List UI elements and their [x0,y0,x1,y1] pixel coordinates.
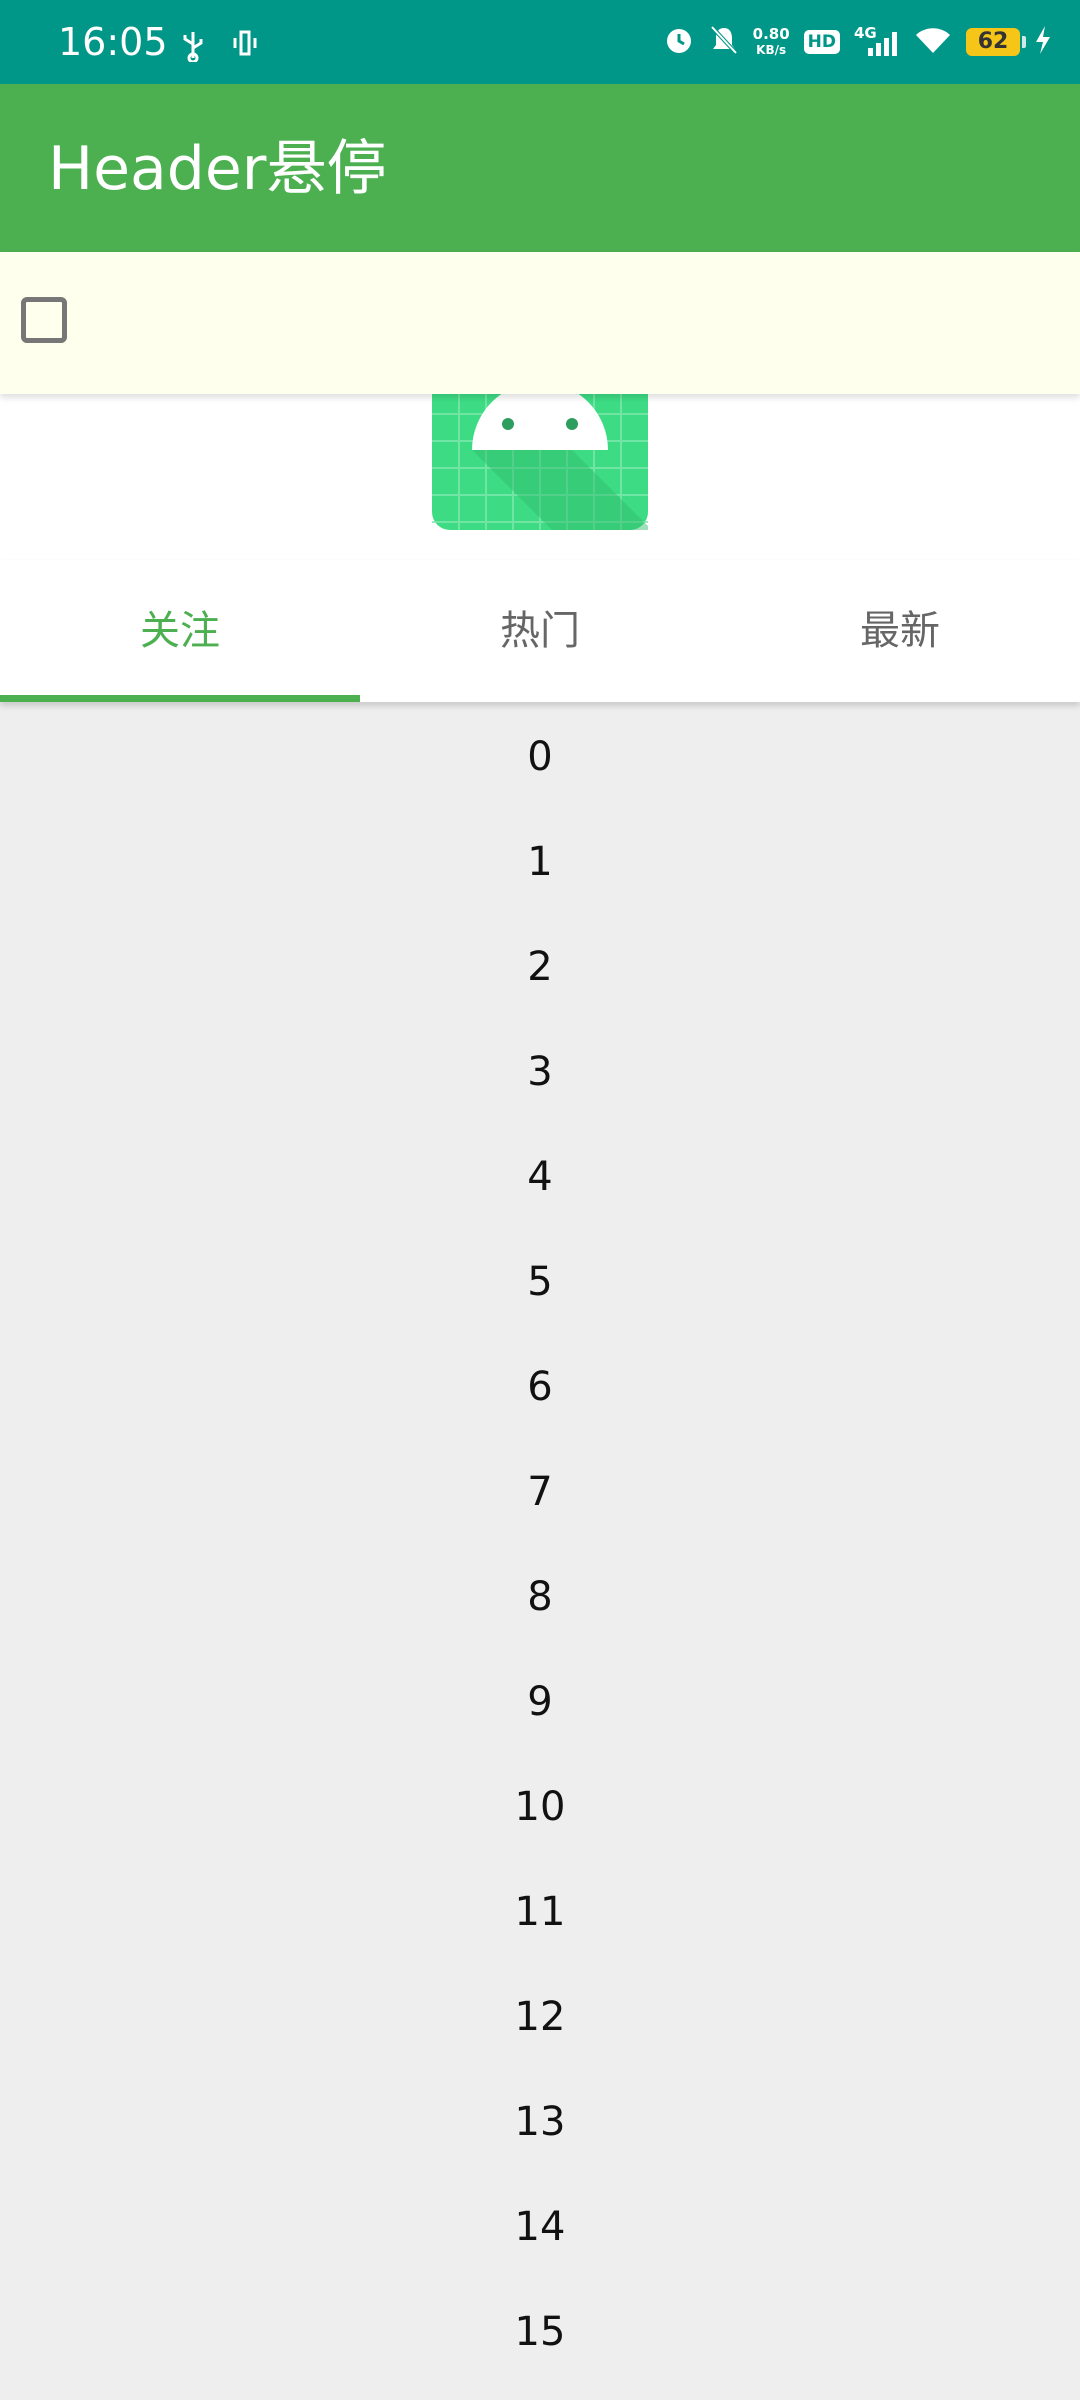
alarm-icon [663,24,695,60]
header-checkbox[interactable] [21,297,67,343]
tab-bar: 关注 热门 最新 [0,560,1080,702]
signal-icon: 4G [854,24,900,58]
list-item[interactable]: 11 [0,1857,1080,1962]
net-speed: 0.80 KB/s [752,25,790,57]
android-logo-icon [432,394,648,530]
app-bar: Header悬停 [0,84,1080,252]
item-list: 0 1 2 3 4 5 6 7 8 9 10 11 12 13 14 15 [0,702,1080,2382]
battery-indicator: 62 [966,28,1026,56]
header-banner [0,394,1080,560]
list-item[interactable]: 4 [0,1122,1080,1227]
notifications-off-icon [709,24,739,60]
list-item[interactable]: 12 [0,1962,1080,2067]
list-item[interactable]: 7 [0,1437,1080,1542]
list-item[interactable]: 0 [0,702,1080,807]
list-item[interactable]: 13 [0,2067,1080,2172]
wifi-icon [914,25,952,59]
status-bar: 16:05 0.80 KB/s HD 4G 62 [0,0,1080,84]
usb-icon [180,30,206,66]
tab-follow[interactable]: 关注 [0,560,360,702]
sticky-header-row [0,252,1080,394]
list-item[interactable]: 2 [0,912,1080,1017]
status-time: 16:05 [58,20,168,64]
charging-icon [1034,25,1052,59]
hd-badge: HD [803,30,840,54]
list-item[interactable]: 9 [0,1647,1080,1752]
list-item[interactable]: 1 [0,807,1080,912]
vibrate-icon [232,30,258,66]
list-item[interactable]: 5 [0,1227,1080,1332]
tab-latest[interactable]: 最新 [720,560,1080,702]
list-item[interactable]: 15 [0,2277,1080,2382]
list-item[interactable]: 14 [0,2172,1080,2277]
list-item[interactable]: 8 [0,1542,1080,1647]
list-item[interactable]: 3 [0,1017,1080,1122]
list-item[interactable]: 6 [0,1332,1080,1437]
page-title: Header悬停 [48,134,387,204]
list-item[interactable]: 10 [0,1752,1080,1857]
tab-hot[interactable]: 热门 [360,560,720,702]
